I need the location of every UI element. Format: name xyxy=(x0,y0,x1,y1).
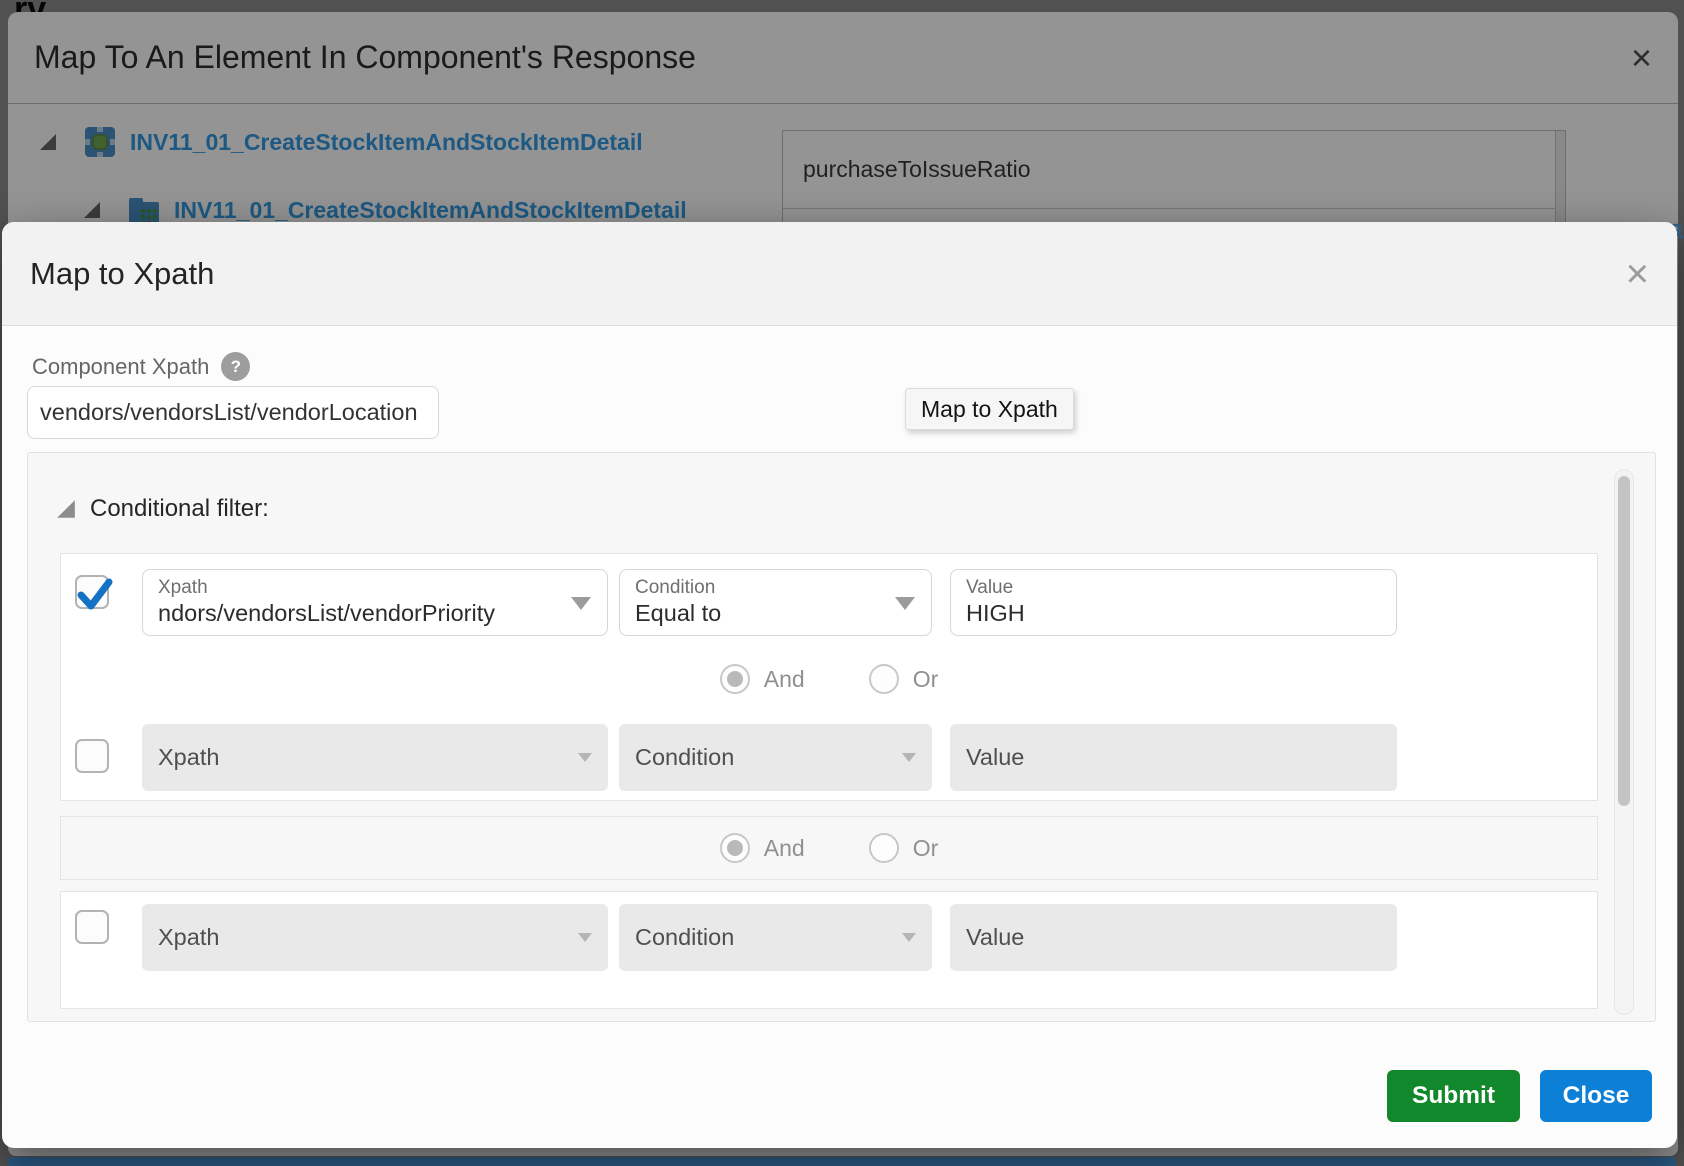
conditional-filter-toggle[interactable]: Conditional filter: xyxy=(55,495,269,523)
map-to-xpath-title: Map to Xpath xyxy=(30,256,214,292)
radio-unselected-icon xyxy=(869,664,899,694)
value-field-label: Value xyxy=(966,924,1024,951)
conditional-filter-panel: Conditional filter: Xpath ndors/vendorsL… xyxy=(27,452,1656,1022)
xpath-select-label: Xpath xyxy=(158,577,563,599)
or-label: Or xyxy=(913,835,939,862)
operator-row-2: And Or xyxy=(720,833,939,863)
condition-select-label: Condition xyxy=(635,577,887,599)
filter-group-2: Xpath Condition Value xyxy=(60,891,1598,1009)
or-label: Or xyxy=(913,666,939,693)
xpath-select-label: Xpath xyxy=(158,744,219,771)
filter-checkbox-3[interactable] xyxy=(75,910,109,944)
help-icon[interactable]: ? xyxy=(221,352,250,381)
component-xpath-input[interactable]: vendors/vendorsList/vendorLocation xyxy=(27,386,439,439)
map-to-xpath-header: Map to Xpath × xyxy=(2,222,1677,326)
filter-checkbox-1[interactable] xyxy=(75,575,109,609)
component-xpath-label: Component Xpath xyxy=(32,354,209,380)
condition-select-value: Equal to xyxy=(635,599,887,628)
filter-group-1: Xpath ndors/vendorsList/vendorPriority C… xyxy=(60,553,1598,801)
and-label: And xyxy=(764,666,805,693)
condition-select-1[interactable]: Condition Equal to xyxy=(619,569,932,636)
and-radio-option[interactable]: And xyxy=(720,664,805,694)
or-radio-option[interactable]: Or xyxy=(869,833,939,863)
value-field-label: Value xyxy=(966,744,1024,771)
xpath-select-label: Xpath xyxy=(158,924,219,951)
xpath-select-2-disabled[interactable]: Xpath xyxy=(142,724,608,791)
and-radio-option[interactable]: And xyxy=(720,833,805,863)
filter-scrollbar-track[interactable] xyxy=(1614,469,1634,1015)
operator-row-1: And Or xyxy=(61,659,1597,699)
xpath-select-3-disabled[interactable]: Xpath xyxy=(142,904,608,971)
operator-band: And Or xyxy=(60,816,1598,880)
chevron-down-icon xyxy=(902,753,916,762)
map-to-xpath-tooltip: Map to Xpath xyxy=(905,388,1074,430)
xpath-select-1[interactable]: Xpath ndors/vendorsList/vendorPriority xyxy=(142,569,608,636)
collapse-triangle-icon xyxy=(55,498,77,520)
value-field-1[interactable]: Value HIGH xyxy=(950,569,1397,636)
check-icon xyxy=(70,569,118,617)
close-icon[interactable]: × xyxy=(1626,254,1649,294)
chevron-down-icon xyxy=(902,933,916,942)
radio-unselected-icon xyxy=(869,833,899,863)
or-radio-option[interactable]: Or xyxy=(869,664,939,694)
chevron-down-icon xyxy=(571,597,591,610)
screen: rv a Map To An Element In Component's Re… xyxy=(0,0,1684,1166)
chevron-down-icon xyxy=(578,933,592,942)
conditional-filter-label: Conditional filter: xyxy=(90,495,269,523)
chevron-down-icon xyxy=(895,597,915,610)
value-field-label: Value xyxy=(966,577,1352,599)
radio-selected-icon xyxy=(720,833,750,863)
chevron-down-icon xyxy=(578,753,592,762)
value-field-value: HIGH xyxy=(966,599,1352,628)
condition-select-label: Condition xyxy=(635,744,734,771)
condition-select-2-disabled[interactable]: Condition xyxy=(619,724,932,791)
map-to-xpath-dialog: Map to Xpath × Component Xpath ? vendors… xyxy=(2,222,1677,1148)
condition-select-3-disabled[interactable]: Condition xyxy=(619,904,932,971)
value-field-2-disabled[interactable]: Value xyxy=(950,724,1397,791)
filter-checkbox-2[interactable] xyxy=(75,739,109,773)
xpath-select-value: ndors/vendorsList/vendorPriority xyxy=(158,599,563,628)
value-field-3-disabled[interactable]: Value xyxy=(950,904,1397,971)
filter-scrollbar-thumb[interactable] xyxy=(1618,476,1630,806)
component-xpath-label-row: Component Xpath ? xyxy=(32,352,250,381)
close-button[interactable]: Close xyxy=(1540,1070,1652,1122)
and-label: And xyxy=(764,835,805,862)
condition-select-label: Condition xyxy=(635,924,734,951)
radio-selected-icon xyxy=(720,664,750,694)
submit-button[interactable]: Submit xyxy=(1387,1070,1520,1122)
